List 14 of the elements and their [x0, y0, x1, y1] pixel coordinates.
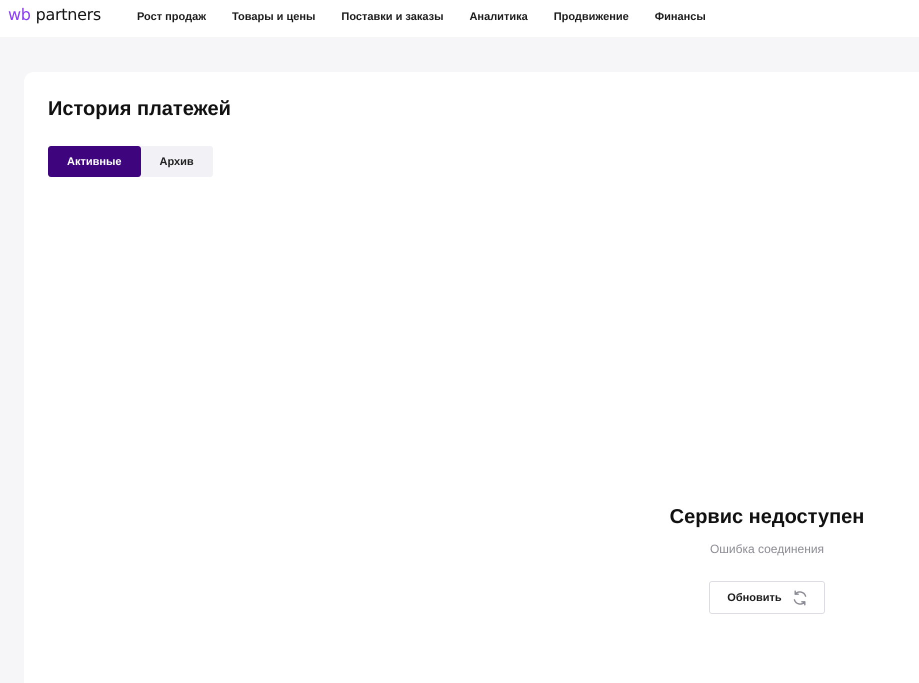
nav-link[interactable]: Аналитика — [469, 10, 528, 22]
nav-link[interactable]: Поставки и заказы — [341, 10, 444, 22]
refresh-icon — [792, 590, 808, 606]
tab[interactable]: Активные — [48, 146, 141, 177]
page-title: История платежей — [48, 97, 232, 121]
nav-link[interactable]: Финансы — [654, 10, 706, 22]
refresh-button[interactable]: Обновить — [709, 581, 825, 614]
nav-link[interactable]: Продвижение — [554, 10, 629, 22]
logo-wordmark[interactable]: partners — [36, 5, 101, 24]
error-title: Сервис недоступен — [670, 505, 864, 529]
nav-link[interactable]: Товары и цены — [232, 10, 316, 22]
nav-link[interactable]: Рост продаж — [136, 10, 206, 22]
error-message: Ошибка соединения — [710, 542, 824, 557]
logo-prefix[interactable]: wb — [8, 5, 31, 24]
